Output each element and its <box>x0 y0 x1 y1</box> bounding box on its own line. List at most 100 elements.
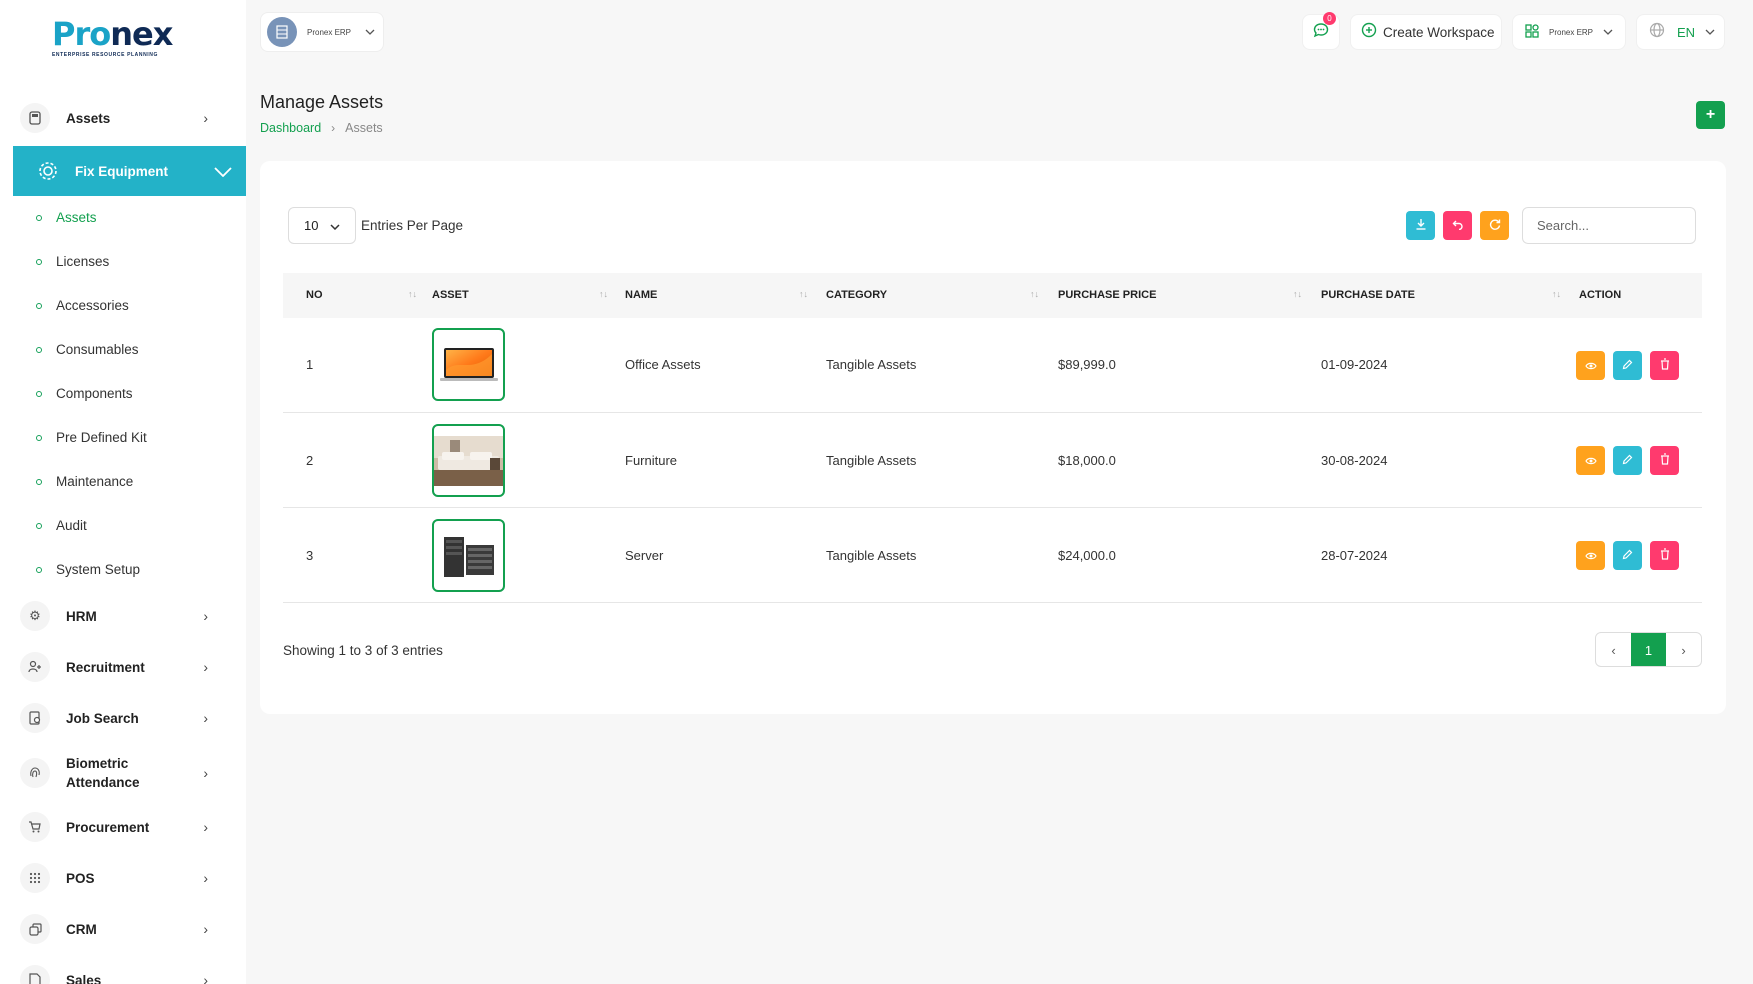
furniture-image <box>434 435 503 486</box>
language-code: EN <box>1677 24 1696 40</box>
cell-category: Tangible Assets <box>826 357 917 372</box>
trash-icon <box>1660 548 1670 563</box>
prev-page-button[interactable]: ‹ <box>1596 633 1631 666</box>
next-page-button[interactable]: › <box>1666 633 1701 666</box>
sort-icon[interactable]: ↑↓ <box>408 289 417 299</box>
sidebar-item-crm[interactable]: CRM › <box>12 907 246 951</box>
table-row: 2 Furniture Tangible Assets $18,000.0 30… <box>283 413 1702 508</box>
cell-date: 01-09-2024 <box>1321 357 1388 372</box>
sort-icon[interactable]: ↑↓ <box>1552 289 1561 299</box>
view-button[interactable] <box>1576 541 1605 570</box>
sort-icon[interactable]: ↑↓ <box>799 289 808 299</box>
sidebar-subitem-system-setup[interactable]: System Setup <box>36 562 140 577</box>
sidebar-item-fix-equipment[interactable]: Fix Equipment <box>13 146 246 196</box>
delete-button[interactable] <box>1650 351 1679 380</box>
edit-button[interactable] <box>1613 446 1642 475</box>
sidebar-item-recruitment[interactable]: Recruitment › <box>12 645 246 689</box>
col-asset[interactable]: ASSET <box>432 289 469 301</box>
sidebar-subitem-consumables[interactable]: Consumables <box>36 342 139 357</box>
refresh-button[interactable] <box>1480 211 1509 240</box>
table-header: NO ↑↓ ASSET ↑↓ NAME ↑↓ CATEGORY ↑↓ PURCH… <box>283 273 1702 318</box>
notifications-button[interactable]: 0 <box>1302 12 1340 50</box>
search-input[interactable] <box>1522 207 1696 244</box>
eye-icon <box>1584 549 1597 563</box>
bullet-icon <box>36 522 42 529</box>
sidebar-subitem-licenses[interactable]: Licenses <box>36 254 109 269</box>
edit-button[interactable] <box>1613 541 1642 570</box>
delete-button[interactable] <box>1650 541 1679 570</box>
col-no[interactable]: NO <box>306 289 323 301</box>
export-button[interactable] <box>1406 211 1435 240</box>
sidebar-item-procurement[interactable]: Procurement › <box>12 805 246 849</box>
sidebar-item-label: Recruitment <box>66 659 145 675</box>
add-asset-button[interactable]: + <box>1696 101 1725 129</box>
chevron-right-icon: › <box>203 819 208 835</box>
sidebar-subitem-components[interactable]: Components <box>36 386 133 401</box>
sort-icon[interactable]: ↑↓ <box>1030 289 1039 299</box>
edit-button[interactable] <box>1613 351 1642 380</box>
sidebar-subitem-label: Maintenance <box>56 474 134 489</box>
job-search-icon <box>20 703 50 733</box>
asset-thumbnail[interactable] <box>432 519 505 592</box>
bullet-icon <box>36 390 42 397</box>
sidebar-item-assets[interactable]: Assets › <box>12 96 246 140</box>
view-button[interactable] <box>1576 446 1605 475</box>
chevron-right-icon: › <box>203 972 208 984</box>
erp-switcher[interactable]: Pronex ERP <box>1512 14 1626 50</box>
col-category[interactable]: CATEGORY <box>826 289 887 301</box>
sort-icon[interactable]: ↑↓ <box>1293 289 1302 299</box>
bullet-icon <box>36 258 42 265</box>
sidebar-subitem-label: Consumables <box>56 342 139 357</box>
col-name[interactable]: NAME <box>625 289 657 301</box>
view-button[interactable] <box>1576 351 1605 380</box>
pencil-icon <box>1622 454 1633 468</box>
trash-icon <box>1660 453 1670 468</box>
create-workspace-button[interactable]: Create Workspace <box>1350 14 1502 50</box>
chevron-down-icon <box>330 219 340 233</box>
col-purchase-price[interactable]: PURCHASE PRICE <box>1058 289 1156 301</box>
language-switcher[interactable]: EN <box>1636 14 1725 50</box>
table-row: 3 Server Tangible Assets $24,000.0 28-07… <box>283 508 1702 603</box>
download-icon <box>1415 218 1427 233</box>
sidebar-subitem-label: System Setup <box>56 562 141 577</box>
logo-letters: ro <box>74 15 111 53</box>
server-image <box>443 536 494 577</box>
asset-thumbnail[interactable] <box>432 328 505 401</box>
cell-date: 28-07-2024 <box>1321 548 1388 563</box>
sidebar-subitem-pre-defined-kit[interactable]: Pre Defined Kit <box>36 430 147 445</box>
sidebar-subitem-accessories[interactable]: Accessories <box>36 298 129 313</box>
sidebar-item-hrm[interactable]: ⚙ HRM › <box>12 594 246 638</box>
chevron-right-icon: › <box>203 921 208 937</box>
brand-logo[interactable]: Pronex ENTERPRISE RESOURCE PLANNING <box>0 0 246 73</box>
user-plus-icon <box>20 652 50 682</box>
sidebar-item-pos[interactable]: POS › <box>12 856 246 900</box>
workspace-switcher[interactable]: Pronex ERP <box>260 12 384 52</box>
cell-date: 30-08-2024 <box>1321 453 1388 468</box>
sort-icon[interactable]: ↑↓ <box>599 289 608 299</box>
trash-icon <box>1660 358 1670 373</box>
sidebar-subitem-maintenance[interactable]: Maintenance <box>36 474 133 489</box>
undo-icon <box>1452 218 1464 233</box>
chevron-right-icon: › <box>203 608 208 624</box>
sidebar-item-sales[interactable]: Sales › <box>12 958 246 984</box>
cell-category: Tangible Assets <box>826 548 917 563</box>
sidebar-item-job-search[interactable]: Job Search › <box>12 696 246 740</box>
asset-thumbnail[interactable] <box>432 424 505 497</box>
create-workspace-label: Create Workspace <box>1383 24 1495 40</box>
cell-name: Furniture <box>625 453 678 468</box>
sidebar-subitem-audit[interactable]: Audit <box>36 518 87 533</box>
sidebar-subitem-assets[interactable]: Assets <box>36 210 97 225</box>
chevron-down-icon <box>365 26 375 38</box>
page-button-current[interactable]: 1 <box>1631 633 1666 666</box>
chevron-down-icon <box>214 161 232 182</box>
bullet-icon <box>36 566 42 573</box>
col-purchase-date[interactable]: PURCHASE DATE <box>1321 289 1415 301</box>
cell-no: 1 <box>306 357 314 372</box>
breadcrumb-dashboard[interactable]: Dashboard <box>260 121 321 135</box>
entries-per-page-select[interactable]: 10 <box>288 207 356 244</box>
delete-button[interactable] <box>1650 446 1679 475</box>
undo-button[interactable] <box>1443 211 1472 240</box>
building-icon <box>267 17 297 47</box>
globe-icon <box>1649 22 1665 42</box>
sidebar-item-biometric-attendance[interactable]: Biometric Attendance › <box>12 751 246 795</box>
